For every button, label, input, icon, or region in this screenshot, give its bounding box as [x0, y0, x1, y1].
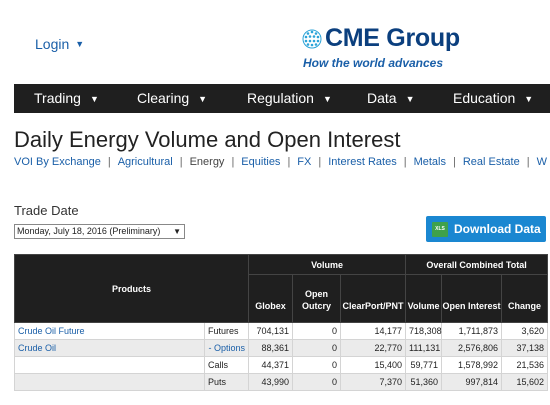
trade-date-select[interactable]: Monday, July 18, 2016 (Preliminary) ▼ — [14, 224, 185, 239]
voi-table: Products Volume Overall Combined Total G… — [13, 254, 549, 391]
subnav-metals[interactable]: Metals — [414, 156, 446, 168]
nav-item-regulation[interactable]: Regulation ▼ — [247, 84, 332, 113]
page-title: Daily Energy Volume and Open Interest — [14, 127, 401, 152]
products-header: Products — [13, 254, 250, 323]
options-link[interactable]: - Options — [203, 339, 250, 357]
volume-cell: 111,131 — [405, 339, 443, 357]
dropdown-arrow-icon: ▼ — [173, 227, 181, 236]
clearport-cell: 15,400 — [340, 356, 407, 374]
clearport-cell: 7,370 — [340, 373, 407, 391]
type-cell: Futures — [203, 322, 250, 340]
separator: | — [403, 156, 407, 168]
type-cell: Puts — [203, 373, 250, 391]
nav-item-data[interactable]: Data ▼ — [367, 84, 415, 113]
trade-date-label: Trade Date — [14, 203, 79, 218]
cme-logo[interactable]: CME Group How the world advances — [302, 24, 460, 70]
change-cell: 37,138 — [501, 339, 549, 357]
main-nav: Trading ▼ Clearing ▼ Regulation ▼ Data ▼ Edu… — [14, 84, 550, 113]
nav-label: Regulation — [247, 90, 314, 106]
product-cell — [14, 356, 205, 374]
chevron-down-icon: ▼ — [405, 94, 415, 104]
product-cell: Crude Oil — [14, 339, 205, 357]
outcry-cell: 0 — [292, 373, 342, 391]
product-link-crude-oil[interactable]: Crude Oil — [18, 343, 56, 353]
table-row: Calls 44,371 0 15,400 59,771 1,578,992 2… — [14, 356, 549, 374]
subnav-agricultural[interactable]: Agricultural — [118, 156, 173, 168]
col-open-interest: Open Interest — [441, 274, 503, 323]
table-row: Crude Oil - Options 88,361 0 22,770 111,… — [14, 339, 549, 357]
open-interest-cell: 1,578,992 — [441, 356, 503, 374]
xls-file-icon: XLS — [432, 221, 448, 237]
chevron-down-icon: ▼ — [322, 94, 332, 104]
separator: | — [231, 156, 235, 168]
product-link-crude-oil-future[interactable]: Crude Oil Future — [18, 326, 85, 336]
nav-label: Data — [367, 90, 397, 106]
sub-nav: VOI By Exchange | Agricultural | Energy | Equi… — [14, 156, 547, 168]
download-label: Download Data — [454, 222, 541, 236]
col-clearport-pnt: ClearPort/PNT — [340, 274, 407, 323]
nav-item-education[interactable]: Education ▼ — [453, 84, 533, 113]
nav-label: Education — [453, 90, 516, 106]
table-row: Crude Oil Future Futures 704,131 0 14,17… — [14, 322, 549, 340]
overall-combined-total-header: Overall Combined Total — [405, 254, 549, 275]
download-data-button[interactable]: XLS Download Data — [426, 216, 546, 242]
globex-cell: 704,131 — [248, 322, 294, 340]
nav-item-clearing[interactable]: Clearing ▼ — [137, 84, 207, 113]
subnav-voi-by-exchange[interactable]: VOI By Exchange — [14, 156, 101, 168]
globe-icon — [302, 29, 322, 48]
separator: | — [179, 156, 183, 168]
separator: | — [526, 156, 530, 168]
nav-item-trading[interactable]: Trading ▼ — [34, 84, 99, 113]
separator: | — [452, 156, 456, 168]
clearport-cell: 22,770 — [340, 339, 407, 357]
nav-label: Trading — [34, 90, 81, 106]
subnav-interest-rates[interactable]: Interest Rates — [328, 156, 396, 168]
subnav-fx[interactable]: FX — [297, 156, 311, 168]
volume-cell: 59,771 — [405, 356, 443, 374]
chevron-down-icon: ▼ — [198, 94, 208, 104]
login-menu[interactable]: Login ▼ — [35, 36, 84, 52]
chevron-down-icon: ▼ — [75, 39, 85, 49]
col-change: Change — [501, 274, 549, 323]
change-cell: 21,536 — [501, 356, 549, 374]
change-cell: 15,602 — [501, 373, 549, 391]
trade-date-value: Monday, July 18, 2016 (Preliminary) — [17, 226, 161, 236]
product-cell — [14, 373, 205, 391]
clearport-cell: 14,177 — [340, 322, 407, 340]
chevron-down-icon: ▼ — [524, 94, 534, 104]
chevron-down-icon: ▼ — [89, 94, 99, 104]
product-cell: Crude Oil Future — [14, 322, 205, 340]
nav-label: Clearing — [137, 90, 190, 106]
volume-cell: 718,308 — [405, 322, 443, 340]
col-open-outcry: Open Outcry — [292, 274, 342, 323]
outcry-cell: 0 — [292, 339, 342, 357]
separator: | — [318, 156, 322, 168]
globex-cell: 43,990 — [248, 373, 294, 391]
separator: | — [107, 156, 111, 168]
open-interest-cell: 2,576,806 — [441, 339, 503, 357]
change-cell: 3,620 — [501, 322, 549, 340]
table-row: Puts 43,990 0 7,370 51,360 997,814 15,60… — [14, 373, 549, 391]
col-globex: Globex — [248, 274, 294, 323]
logo-tagline: How the world advances — [303, 56, 444, 70]
subnav-weather[interactable]: W — [537, 156, 547, 168]
outcry-cell: 0 — [292, 322, 342, 340]
subnav-real-estate[interactable]: Real Estate — [463, 156, 520, 168]
globex-cell: 44,371 — [248, 356, 294, 374]
subnav-energy-current: Energy — [189, 156, 225, 168]
subnav-equities[interactable]: Equities — [241, 156, 280, 168]
outcry-cell: 0 — [292, 356, 342, 374]
col-volume: Volume — [405, 274, 443, 323]
type-cell: Calls — [203, 356, 250, 374]
open-interest-cell: 997,814 — [441, 373, 503, 391]
volume-cell: 51,360 — [405, 373, 443, 391]
separator: | — [287, 156, 291, 168]
globex-cell: 88,361 — [248, 339, 294, 357]
login-label: Login — [35, 36, 70, 52]
volume-group-header: Volume — [248, 254, 407, 275]
logo-name: CME Group — [325, 24, 460, 52]
open-interest-cell: 1,711,873 — [441, 322, 503, 340]
